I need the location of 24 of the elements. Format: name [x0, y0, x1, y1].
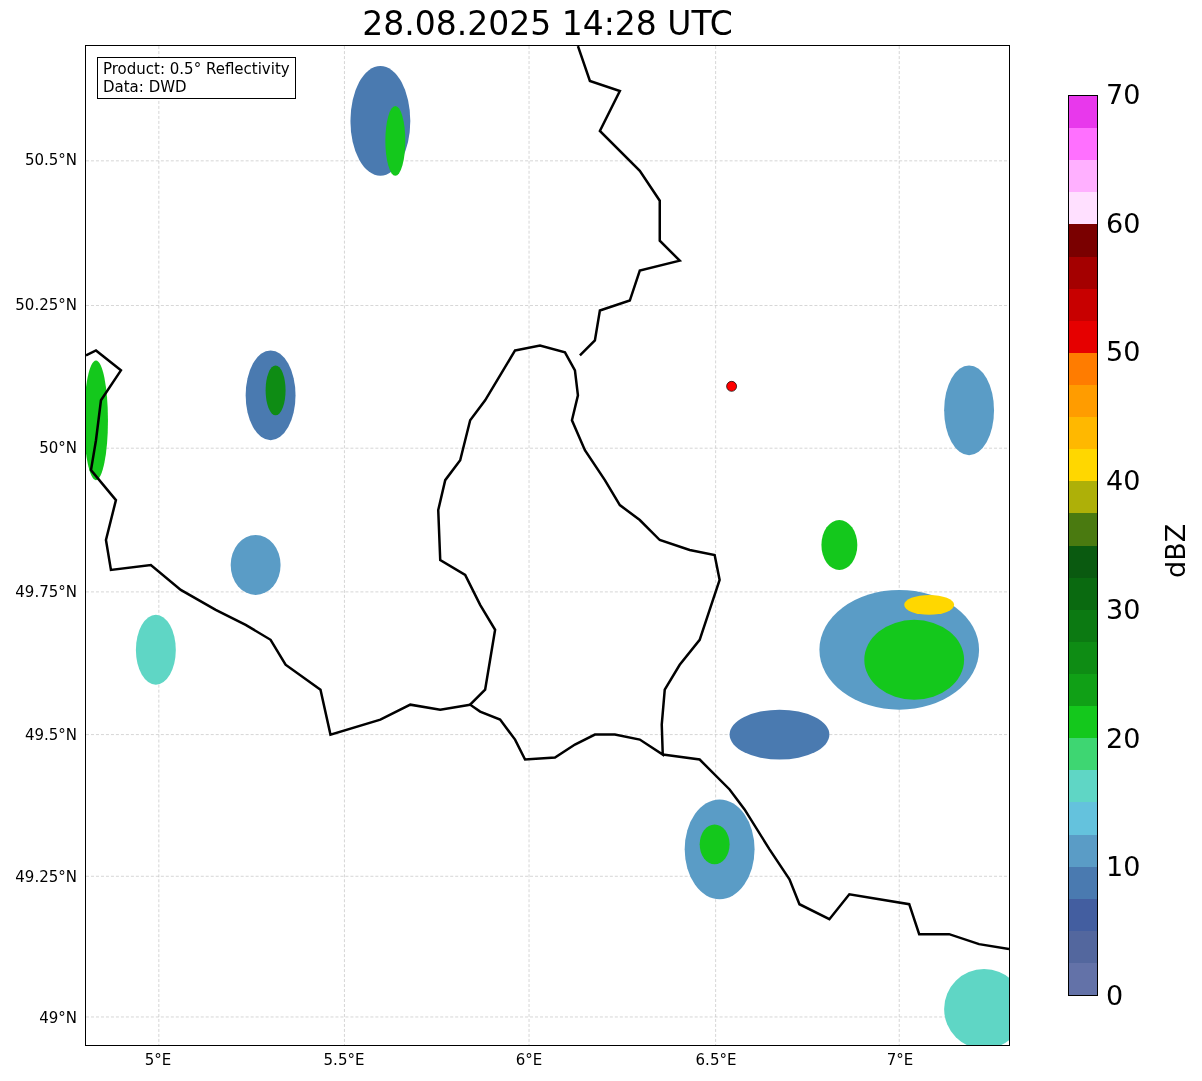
legend-text: Product: 0.5° Reflectivity [103, 60, 290, 78]
colorbar-label: dBZ [1160, 523, 1192, 578]
tick-label: 40 [1106, 465, 1141, 498]
legend-text: Data: DWD [103, 78, 188, 96]
tick-label: 50°N [39, 439, 77, 457]
tick-label: 0 [1106, 980, 1124, 1012]
tick-label: 10 [1106, 851, 1141, 884]
tick-label: 50.25°N [15, 296, 77, 314]
tick-label: 70 [1106, 79, 1141, 111]
tick-label: 49.75°N [15, 583, 77, 601]
tick-label: 6°E [514, 1051, 544, 1069]
tick-label: 5°E [143, 1051, 173, 1069]
tick-label: 49.5°N [24, 726, 77, 744]
tick-label: 20 [1106, 722, 1141, 755]
tick-label: 50 [1106, 336, 1141, 369]
tick-label: 60 [1106, 207, 1141, 240]
tick-label: 6.5°E [694, 1051, 738, 1069]
tick-label: 30 [1106, 593, 1141, 626]
figure-title: 28.08.2025 14:28 UTC [361, 4, 734, 44]
tick-label: 50.5°N [24, 151, 77, 169]
tick-label: 49.25°N [15, 868, 77, 886]
tick-label: 49°N [39, 1009, 77, 1027]
tick-label: 5.5°E [322, 1051, 366, 1069]
tick-label: 7°E [885, 1051, 915, 1069]
